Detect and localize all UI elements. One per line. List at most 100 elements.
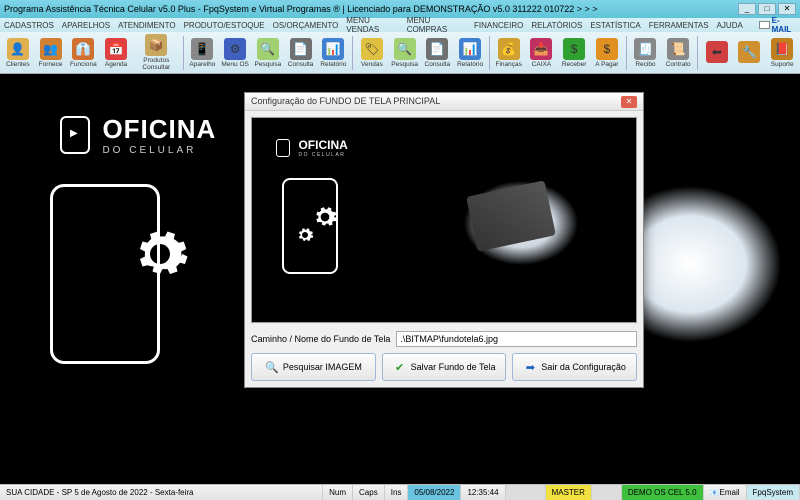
status-ins: Ins xyxy=(385,485,409,500)
toolbar-separator xyxy=(352,36,353,70)
status-time: 12:35:44 xyxy=(461,485,505,500)
window-controls: _ □ ✕ xyxy=(738,3,796,15)
status-demo: DEMO OS CEL 5.0 xyxy=(622,485,704,500)
menu-bar: CADASTROS APARELHOS ATENDIMENTO PRODUTO/… xyxy=(0,18,800,32)
menu-cadastros[interactable]: CADASTROS xyxy=(4,21,54,30)
status-gap1 xyxy=(506,485,546,500)
toolbar-consulta[interactable]: 📄Consulta xyxy=(285,33,317,73)
toolbar-caixa[interactable]: 📥CAIXA xyxy=(526,33,558,73)
toolbar-icon: 📜 xyxy=(667,38,689,60)
menu-ferramentas[interactable]: FERRAMENTAS xyxy=(649,21,709,30)
toolbar-relatório[interactable]: 📊Relatório xyxy=(454,33,486,73)
menu-vendas[interactable]: MENU VENDAS xyxy=(346,16,398,34)
dialog-title: Configuração do FUNDO DE TELA PRINCIPAL xyxy=(251,96,440,107)
bg-logo-main: OFICINA xyxy=(102,114,216,145)
status-date: 05/08/2022 xyxy=(408,485,461,500)
toolbar: 👤Clientes👥Fornece👔Funciona📅Agenda📦Produt… xyxy=(0,32,800,74)
toolbar-suporte[interactable]: 📕Suporte xyxy=(766,33,798,73)
toolbar-icon: 💰 xyxy=(498,38,520,60)
menu-email[interactable]: E-MAIL xyxy=(759,16,796,34)
toolbar-aparelho[interactable]: 📱Aparelho xyxy=(187,33,219,73)
status-gap2 xyxy=(592,485,622,500)
menu-produto-estoque[interactable]: PRODUTO/ESTOQUE xyxy=(184,21,265,30)
status-brand: FpqSystem xyxy=(747,485,800,500)
menu-relatorios[interactable]: RELATÓRIOS xyxy=(531,21,582,30)
toolbar-icon: 👤 xyxy=(7,38,29,60)
path-label: Caminho / Nome do Fundo de Tela xyxy=(251,334,390,344)
toolbar-agenda[interactable]: 📅Agenda xyxy=(100,33,132,73)
toolbar-finanças[interactable]: 💰Finanças xyxy=(493,33,525,73)
dialog-close-button[interactable]: ✕ xyxy=(621,96,637,108)
toolbar-icon: 👥 xyxy=(40,38,62,60)
toolbar-recibo[interactable]: 🧾Recibo xyxy=(630,33,662,73)
preview-gear-icon xyxy=(312,204,338,230)
window-titlebar: Programa Assistência Técnica Celular v5.… xyxy=(0,0,800,18)
toolbar-icon: 📄 xyxy=(290,38,312,60)
toolbar-icon: 🔧 xyxy=(738,41,760,63)
toolbar-btn25[interactable]: ⬅ xyxy=(701,33,733,73)
toolbar-contrato[interactable]: 📜Contrato xyxy=(662,33,694,73)
toolbar-icon: 📕 xyxy=(771,38,793,60)
path-input[interactable] xyxy=(396,331,637,347)
toolbar-receber[interactable]: $Receber xyxy=(558,33,590,73)
status-email[interactable]: 📧 Email xyxy=(704,485,747,500)
maximize-button[interactable]: □ xyxy=(758,3,776,15)
menu-financeiro[interactable]: FINANCEIRO xyxy=(474,21,523,30)
toolbar-icon: ⬅ xyxy=(706,41,728,63)
menu-ajuda[interactable]: AJUDA xyxy=(717,21,743,30)
minimize-button[interactable]: _ xyxy=(738,3,756,15)
status-caps: Caps xyxy=(353,485,385,500)
toolbar-icon: 🧾 xyxy=(634,38,656,60)
menu-estatistica[interactable]: ESTATÍSTICA xyxy=(590,21,640,30)
toolbar-icon: ⚙ xyxy=(224,38,246,60)
toolbar-separator xyxy=(626,36,627,70)
menu-os-orcamento[interactable]: OS/ORÇAMENTO xyxy=(273,21,339,30)
envelope-icon xyxy=(759,21,770,29)
menu-aparelhos[interactable]: APARELHOS xyxy=(62,21,110,30)
bg-gear-icon xyxy=(130,224,190,284)
toolbar-icon: 📅 xyxy=(105,38,127,60)
toolbar-icon: $ xyxy=(563,38,585,60)
menu-atendimento[interactable]: ATENDIMENTO xyxy=(118,21,175,30)
toolbar-a-pagar[interactable]: $A Pagar xyxy=(591,33,623,73)
toolbar-pesquisa[interactable]: 🔍Pesquisa xyxy=(389,33,421,73)
status-master: MASTER xyxy=(546,485,592,500)
toolbar-menu-os[interactable]: ⚙Menu OS xyxy=(219,33,251,73)
wallpaper-config-dialog: Configuração do FUNDO DE TELA PRINCIPAL … xyxy=(244,92,644,388)
search-image-button[interactable]: 🔍 Pesquisar IMAGEM xyxy=(251,353,376,381)
toolbar-relatório[interactable]: 📊Relatório xyxy=(317,33,349,73)
close-button[interactable]: ✕ xyxy=(778,3,796,15)
toolbar-icon: 📦 xyxy=(145,34,167,56)
toolbar-icon: 📱 xyxy=(191,38,213,60)
menu-compras[interactable]: MENU COMPRAS xyxy=(407,16,466,34)
wallpaper-preview: OFICINA DO CELULAR xyxy=(251,117,637,323)
toolbar-separator xyxy=(183,36,184,70)
exit-icon: ➡ xyxy=(523,360,537,374)
toolbar-fornece[interactable]: 👥Fornece xyxy=(35,33,67,73)
status-bar: SUA CIDADE - SP 5 de Agosto de 2022 - Se… xyxy=(0,484,800,500)
toolbar-btn26[interactable]: 🔧 xyxy=(734,33,766,73)
toolbar-pesquisa[interactable]: 🔍Pesquisa xyxy=(252,33,284,73)
toolbar-clientes[interactable]: 👤Clientes xyxy=(2,33,34,73)
status-num: Num xyxy=(323,485,353,500)
toolbar-icon: 📥 xyxy=(530,38,552,60)
toolbar-icon: 📄 xyxy=(426,38,448,60)
toolbar-icon: 👔 xyxy=(72,38,94,60)
save-wallpaper-button[interactable]: ✔ Salvar Fundo de Tela xyxy=(382,353,507,381)
toolbar-icon: 🔍 xyxy=(394,38,416,60)
phone-logo-icon xyxy=(60,116,90,154)
bg-logo: OFICINA DO CELULAR xyxy=(60,114,216,156)
preview-gear2-icon xyxy=(296,226,314,244)
magnifier-icon: 🔍 xyxy=(265,360,279,374)
toolbar-consulta[interactable]: 📄Consulta xyxy=(422,33,454,73)
toolbar-icon: $ xyxy=(596,38,618,60)
toolbar-icon: 🔍 xyxy=(257,38,279,60)
toolbar-produtos-consultar[interactable]: 📦Produtos Consultar xyxy=(133,33,180,73)
preview-splash-image xyxy=(416,148,626,298)
exit-config-button[interactable]: ➡ Sair da Configuração xyxy=(512,353,637,381)
toolbar-vendas[interactable]: 🏷Vendas xyxy=(356,33,388,73)
preview-phone-logo-icon xyxy=(276,139,290,157)
toolbar-funciona[interactable]: 👔Funciona xyxy=(67,33,99,73)
toolbar-icon: 🏷 xyxy=(361,38,383,60)
toolbar-separator xyxy=(697,36,698,70)
